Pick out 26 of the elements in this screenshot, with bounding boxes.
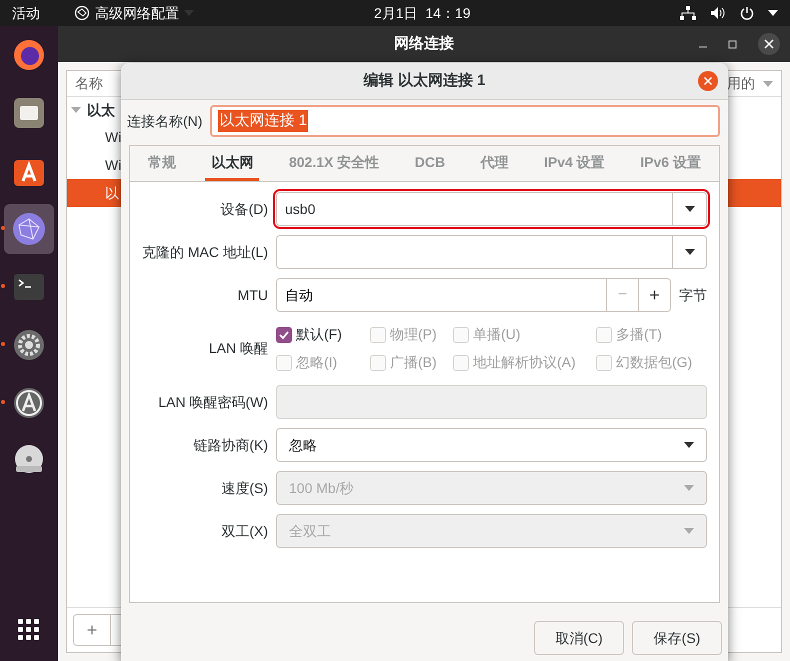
field-label: LAN 唤醒密码(W) <box>157 392 268 412</box>
dropdown-value: 100 Mb/秒 <box>289 478 355 498</box>
checkbox-label: 地址解析协议(A) <box>473 353 576 372</box>
dropdown-value: 全双工 <box>289 522 332 540</box>
field-label: 克隆的 MAC 地址(L) <box>141 242 268 262</box>
dialog-title: 编辑 以太网连接 1 <box>364 70 486 91</box>
checkbox-label: 广播(B) <box>390 353 437 372</box>
checkbox-label: 多播(T) <box>616 325 662 344</box>
checkbox-label: 幻数据包(G) <box>616 353 692 372</box>
mtu-value: 自动 <box>284 286 314 304</box>
checkbox-label: 默认(F) <box>296 325 342 344</box>
name-value: 以太网连接 1 <box>218 110 308 132</box>
dropdown-value: 忽略 <box>289 436 318 454</box>
field-label: LAN 唤醒 <box>208 339 268 358</box>
field-label: 设备(D) <box>220 200 268 219</box>
field-label: 速度(S) <box>220 478 268 498</box>
checkbox-label: 物理(P) <box>390 325 437 344</box>
device-value: usb0 <box>285 200 316 218</box>
field-label: MTU <box>236 286 268 304</box>
checkbox-label: 单播(U) <box>473 325 520 344</box>
field-label: 双工(X) <box>220 522 268 541</box>
field-label: 连接名称(N) <box>127 112 202 131</box>
checkbox-label: 忽略(I) <box>296 353 338 372</box>
field-label: 链路协商(K) <box>192 436 268 455</box>
unit-label: 字节 <box>679 286 707 304</box>
window-title: 网络连接 <box>394 34 454 54</box>
